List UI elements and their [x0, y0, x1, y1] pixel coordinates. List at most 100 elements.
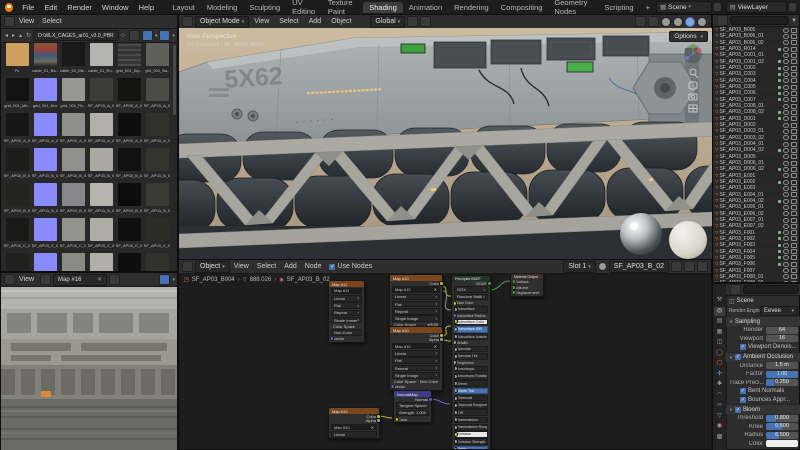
node-dropdown[interactable]: Linear: [331, 431, 377, 438]
render-visibility-icon[interactable]: [791, 274, 797, 279]
node-dropdown[interactable]: Random Walk▾: [454, 294, 488, 301]
outliner-item[interactable]: ▽ SF_AP03_D006_02: [713, 166, 799, 172]
blender-logo-icon[interactable]: [5, 3, 13, 12]
back-icon[interactable]: ◂: [3, 32, 10, 39]
render-visibility-icon[interactable]: [791, 224, 797, 229]
render-visibility-icon[interactable]: [791, 53, 797, 58]
menu-item[interactable]: Object: [326, 18, 356, 25]
search-icon[interactable]: ○: [119, 32, 127, 39]
file-item[interactable]: SF_AP03_C_0: [115, 218, 143, 253]
render-visibility-icon[interactable]: [791, 255, 797, 260]
outliner-filter-icon[interactable]: ▼: [791, 18, 797, 24]
bsdf-input[interactable]: Clearcoat: [454, 395, 488, 402]
menu-item[interactable]: View: [230, 263, 253, 270]
hide-eye-icon[interactable]: [783, 186, 789, 191]
hide-eye-icon[interactable]: [783, 40, 789, 45]
section-ambient-occlusion[interactable]: ▼✓Ambient Occlusion: [726, 352, 800, 362]
forward-icon[interactable]: ▸: [10, 32, 17, 39]
menu-item[interactable]: View: [15, 18, 38, 25]
file-item[interactable]: SF_AP03_A_0: [31, 113, 59, 148]
outliner-item[interactable]: ▽ SF_AP03_D004_02: [713, 147, 799, 153]
shader-type-dropdown[interactable]: Object▾: [195, 261, 230, 273]
workspace-tab[interactable]: Layout: [166, 2, 201, 13]
hide-eye-icon[interactable]: [783, 148, 789, 153]
menu-item[interactable]: Select: [253, 263, 280, 270]
orientation-dropdown[interactable]: Global▾: [370, 16, 405, 28]
menu-item[interactable]: Add: [304, 18, 326, 25]
render-visibility-icon[interactable]: [791, 186, 797, 191]
node-dropdown[interactable]: Repeat▾: [392, 308, 440, 315]
hide-eye-icon[interactable]: [783, 230, 789, 235]
outliner-item[interactable]: ▽ SF_AP03_F004: [713, 248, 799, 254]
filebrowser-type-icon[interactable]: [4, 16, 15, 27]
render-visibility-icon[interactable]: [791, 161, 797, 166]
node-dropdown[interactable]: Repeat▾: [331, 310, 362, 317]
render-visibility-icon[interactable]: [791, 142, 797, 147]
image-texture-node[interactable]: Map #11 Map #11 Linear▾Flat▾Repeat▾Singl…: [328, 280, 365, 343]
hide-eye-icon[interactable]: [783, 268, 789, 273]
file-item[interactable]: SF_AP03_B_0: [115, 148, 143, 183]
principled-bsdf-node[interactable]: Principled BSDF BSDF GGX▾ Random Walk▾ B…: [451, 275, 491, 450]
file-item[interactable]: [115, 253, 143, 272]
hide-eye-icon[interactable]: [783, 91, 789, 96]
hide-eye-icon[interactable]: [783, 47, 789, 52]
hide-eye-icon[interactable]: [783, 142, 789, 147]
property-row[interactable]: Render 64: [726, 326, 800, 335]
bsdf-input[interactable]: Subsurface Color: [454, 319, 488, 326]
menu-item[interactable]: Help: [134, 3, 159, 12]
file-item[interactable]: SF_AP03_B_0: [87, 148, 115, 183]
file-item[interactable]: [87, 253, 115, 272]
hide-eye-icon[interactable]: [783, 199, 789, 204]
node-dropdown[interactable]: Repeat▾: [392, 365, 440, 372]
node-dropdown[interactable]: Single Image▾: [392, 372, 440, 379]
file-item[interactable]: cable_01_Ba..: [31, 43, 59, 78]
render-visibility-icon[interactable]: [791, 211, 797, 216]
xray-icon[interactable]: [635, 16, 646, 27]
properties-type-icon[interactable]: [730, 284, 741, 295]
file-item[interactable]: SF_AP03_C_0: [3, 218, 31, 253]
workspace-tab[interactable]: +: [640, 2, 656, 13]
workspace-tab[interactable]: Compositing: [495, 2, 549, 13]
viewlayer-icon[interactable]: [789, 3, 796, 11]
outliner-item[interactable]: ▽ SF_AP03_E001: [713, 173, 799, 179]
outliner-item[interactable]: ▽ SF_AP03_E002: [713, 179, 799, 185]
image-name-field[interactable]: Map #16✕: [53, 274, 107, 286]
pin-icon[interactable]: [109, 274, 120, 285]
hide-eye-icon[interactable]: [783, 66, 789, 71]
hide-eye-icon[interactable]: [783, 236, 789, 241]
display-vertical-icon[interactable]: [129, 30, 140, 41]
tab-render[interactable]: ◎: [714, 307, 725, 316]
menu-item[interactable]: Render: [62, 3, 97, 12]
tab-texture[interactable]: ▩: [714, 433, 725, 442]
file-item[interactable]: SF_AP03_B_0: [31, 183, 59, 218]
bsdf-input[interactable]: Anisotropic: [454, 366, 488, 373]
bsdf-input[interactable]: Subsurface: [454, 306, 488, 313]
file-item[interactable]: [59, 253, 87, 272]
menu-item[interactable]: Add: [280, 263, 300, 270]
bsdf-input[interactable]: Subsurface Radius: [454, 313, 488, 318]
file-item[interactable]: SF_AP03_B_0: [3, 148, 31, 183]
image-texture-node[interactable]: Map #10 Color Alpha Map #10✕ Linear: [328, 407, 380, 439]
hide-eye-icon[interactable]: [783, 135, 789, 140]
tab-scene[interactable]: ◫: [714, 338, 725, 347]
material-name-field[interactable]: SF_AP03_B_02: [609, 261, 669, 273]
property-row[interactable]: Trace Preci... 0.250: [726, 379, 800, 388]
bsdf-input[interactable]: Subsurface IOR: [454, 326, 488, 333]
render-visibility-icon[interactable]: [791, 34, 797, 39]
render-visibility-icon[interactable]: [791, 173, 797, 178]
hide-eye-icon[interactable]: [783, 243, 789, 248]
hide-eye-icon[interactable]: [783, 72, 789, 77]
outliner-item[interactable]: ▽ SF_AP03_B005: [713, 27, 799, 33]
tab-tool[interactable]: ⚒: [714, 296, 725, 305]
render-visibility-icon[interactable]: [791, 249, 797, 254]
node-dropdown[interactable]: Single Image▾: [331, 317, 362, 324]
copy-material-icon[interactable]: [671, 261, 682, 272]
file-item[interactable]: SF_AP03_B_0: [3, 183, 31, 218]
bsdf-input[interactable]: Sheen Tint: [454, 388, 488, 395]
bsdf-input[interactable]: Anisotropic Rotation: [454, 373, 488, 380]
bsdf-input[interactable]: Alpha: [454, 446, 488, 450]
file-item[interactable]: cable_01_Me..: [59, 43, 87, 78]
outliner-item[interactable]: ▽ SF_AP03_D004_01: [713, 141, 799, 147]
outliner-item[interactable]: ▽ SF_AP03_D001: [713, 116, 799, 122]
node-dropdown[interactable]: Flat▾: [331, 302, 362, 309]
